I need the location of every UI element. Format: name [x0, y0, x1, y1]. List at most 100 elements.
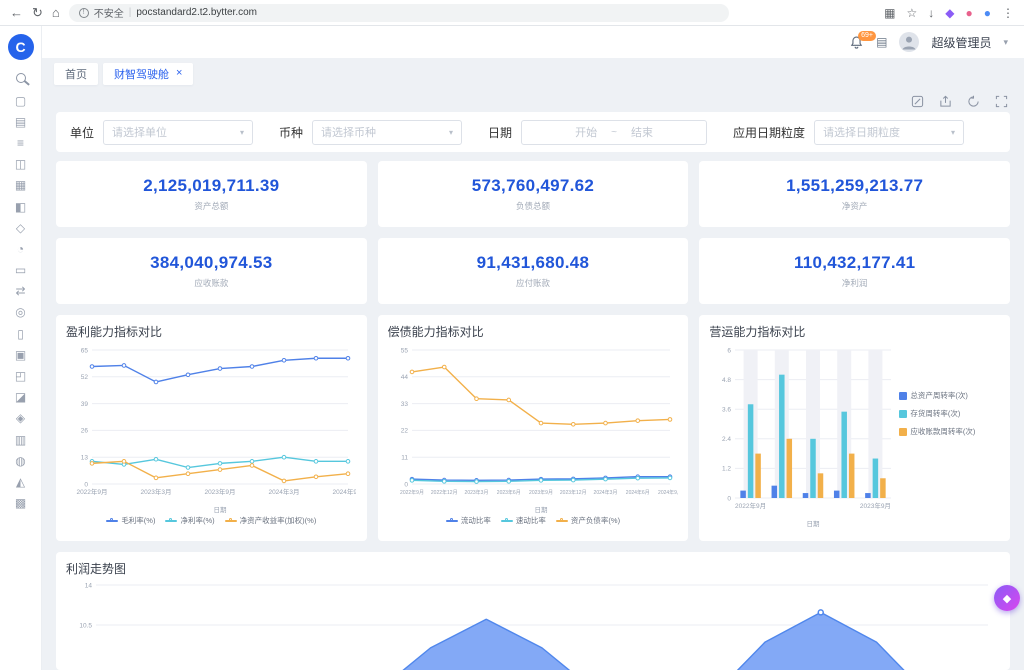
sidebar-item-gauge-icon[interactable]: ◔ — [17, 243, 24, 255]
app-logo[interactable]: C — [8, 34, 34, 60]
granularity-select[interactable]: 请选择日期粒度 ▾ — [814, 120, 964, 145]
url-separator: | — [129, 7, 132, 18]
legend-label: 资产负债率(%) — [571, 515, 620, 526]
legend-label: 净资产收益率(加权)(%) — [240, 515, 317, 526]
profitability-line-chart[interactable]: 013263952652022年9月2023年3月2023年9月2024年3月2… — [66, 342, 356, 514]
profile-icon[interactable]: ● — [966, 7, 973, 19]
split-screen-icon[interactable]: ▦ — [884, 7, 895, 19]
legend-item[interactable]: 净资产收益率(加权)(%) — [225, 515, 317, 526]
back-icon[interactable]: ← — [10, 6, 23, 19]
more-menu-icon[interactable]: ⋮ — [1002, 7, 1014, 19]
svg-text:39: 39 — [81, 401, 89, 408]
unit-placeholder: 请选择单位 — [112, 124, 167, 140]
sidebar-item-mail-icon[interactable]: ▭ — [15, 264, 26, 276]
sidebar-item-edit-icon[interactable]: ◭ — [16, 476, 25, 488]
assistant-floating-button[interactable]: ◆ — [994, 585, 1020, 611]
legend-marker — [899, 410, 907, 418]
username[interactable]: 超级管理员 — [931, 34, 991, 51]
svg-text:22: 22 — [400, 428, 408, 435]
legend-marker-dot — [169, 518, 172, 521]
solvency-line-chart[interactable]: 011223344552022年9月2022年12月2023年3月2023年6月… — [388, 342, 678, 514]
home-icon[interactable]: ⌂ — [52, 6, 60, 19]
sidebar-item-organization-icon[interactable]: ◧ — [15, 201, 26, 213]
svg-text:2022年9月: 2022年9月 — [735, 501, 766, 510]
kpi-card: 91,431,680.48应付账款 — [378, 238, 689, 304]
svg-text:11: 11 — [401, 455, 408, 462]
svg-text:44: 44 — [400, 374, 408, 381]
sidebar-item-list-icon[interactable]: ≡ — [17, 137, 24, 149]
sidebar-item-modules-icon[interactable]: ▦ — [15, 179, 26, 191]
kpi-label: 应收账款 — [194, 277, 228, 289]
legend-label: 存货周转率(次) — [910, 408, 960, 419]
search-icon[interactable] — [16, 73, 26, 83]
page-toolbar — [56, 90, 1010, 112]
legend-item[interactable]: 净利率(%) — [165, 515, 214, 526]
downloads-icon[interactable]: ↓ — [928, 7, 934, 19]
legend-marker-dot — [450, 518, 453, 521]
unit-select[interactable]: 请选择单位 ▾ — [103, 120, 253, 145]
svg-text:2024年9月: 2024年9月 — [332, 487, 356, 496]
date-start-input[interactable]: 开始 — [575, 124, 597, 140]
date-end-input[interactable]: 结束 — [631, 124, 653, 140]
svg-text:10.5: 10.5 — [79, 622, 92, 629]
fullscreen-icon[interactable] — [995, 95, 1008, 108]
kpi-card: 2,125,019,711.39资产总额 — [56, 161, 367, 227]
svg-text:日期: 日期 — [807, 520, 821, 528]
design-mode-icon[interactable] — [911, 95, 924, 108]
legend-item[interactable]: 总资产周转率(次) — [899, 390, 968, 401]
user-avatar[interactable] — [899, 32, 919, 52]
date-label: 日期 — [488, 124, 512, 141]
currency-label: 币种 — [279, 124, 303, 141]
sidebar-item-dashboard-icon[interactable]: ▢ — [15, 95, 26, 107]
svg-text:2.4: 2.4 — [722, 436, 731, 443]
legend-item[interactable]: 速动比率 — [501, 515, 546, 526]
legend-item[interactable]: 流动比率 — [446, 515, 491, 526]
address-bar[interactable]: ! 不安全 | pocstandard2.t2.bytter.com — [69, 4, 729, 22]
sync-icon[interactable]: ● — [984, 7, 991, 19]
sidebar-item-screen-icon[interactable]: ▣ — [15, 349, 26, 361]
sidebar-item-archive-icon[interactable]: ◰ — [15, 370, 26, 382]
svg-text:2022年9月: 2022年9月 — [400, 489, 424, 496]
tab-home[interactable]: 首页 — [54, 63, 98, 85]
legend-item[interactable]: 存货周转率(次) — [899, 408, 960, 419]
operating-bar-chart[interactable]: 01.22.43.64.862022年9月2023年9月日期 — [709, 342, 899, 528]
kpi-label: 净利润 — [842, 277, 868, 289]
sidebar-item-transfer-icon[interactable]: ⇄ — [15, 285, 25, 297]
legend-item[interactable]: 应收账款周转率(次) — [899, 426, 975, 437]
sidebar-item-chart-icon[interactable]: ▥ — [15, 434, 26, 446]
sidebar-item-settings-icon[interactable]: ◎ — [15, 306, 25, 318]
sidebar-item-monitor-icon[interactable]: ◫ — [15, 158, 26, 170]
sidebar-item-menu-icon[interactable]: ▩ — [15, 497, 26, 509]
legend-item[interactable]: 毛利率(%) — [106, 515, 155, 526]
share-icon[interactable] — [939, 95, 952, 108]
favorite-icon[interactable]: ☆ — [907, 7, 918, 19]
tab-dashboard[interactable]: 财智驾驶舱 × — [103, 63, 193, 85]
currency-select[interactable]: 请选择币种 ▾ — [312, 120, 462, 145]
date-filter: 日期 开始 ~ 结束 — [488, 120, 707, 145]
sidebar-item-key-icon[interactable]: ◈ — [16, 412, 25, 424]
date-range-picker[interactable]: 开始 ~ 结束 — [521, 120, 707, 145]
theme-switch-icon[interactable]: ▤ — [876, 36, 887, 48]
legend-marker-dot — [560, 518, 563, 521]
sidebar-item-globe-icon[interactable]: ◍ — [15, 455, 25, 467]
legend-item[interactable]: 资产负债率(%) — [556, 515, 620, 526]
legend-marker-dot — [229, 518, 232, 521]
chart-card-operating: 营运能力指标对比 01.22.43.64.862022年9月2023年9月日期 … — [699, 315, 1010, 541]
legend-marker-dot — [505, 518, 508, 521]
refresh-page-icon[interactable] — [967, 95, 980, 108]
svg-text:2024年3月: 2024年3月 — [593, 489, 617, 496]
extensions-icon[interactable]: ◆ — [945, 7, 954, 19]
sidebar-item-shield-icon[interactable]: ◇ — [16, 222, 25, 234]
chart-title: 营运能力指标对比 — [709, 323, 1000, 340]
sidebar-item-briefcase-icon[interactable]: ◪ — [15, 391, 26, 403]
notification-bell-icon[interactable]: 69+ — [849, 35, 864, 50]
sidebar-item-document-icon[interactable]: ▯ — [17, 328, 24, 340]
legend-marker — [556, 520, 568, 522]
sidebar-item-report-icon[interactable]: ▤ — [15, 116, 26, 128]
refresh-icon[interactable]: ↻ — [32, 6, 43, 19]
tab-label: 财智驾驶舱 — [114, 66, 169, 82]
tab-close-icon[interactable]: × — [176, 68, 182, 79]
security-label: 不安全 — [94, 5, 124, 20]
chart-title: 偿债能力指标对比 — [388, 323, 679, 340]
profit-trend-area-chart[interactable]: 1410.5 — [66, 579, 996, 670]
